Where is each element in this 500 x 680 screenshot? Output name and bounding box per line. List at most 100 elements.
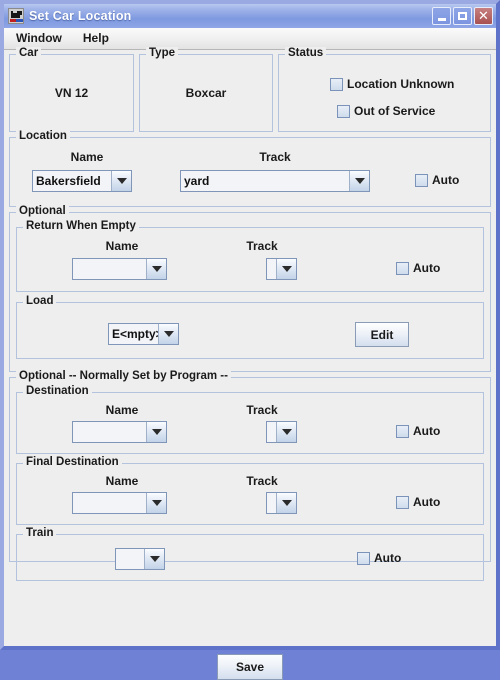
train-combo[interactable] [115,548,165,570]
minimize-icon [437,17,446,21]
chevron-down-icon[interactable] [147,493,166,513]
train-auto-checkbox[interactable]: Auto [357,551,401,565]
destination-track-combo[interactable] [266,421,297,443]
car-value: VN 12 [54,86,89,100]
location-unknown-checkbox[interactable]: Location Unknown [330,77,454,91]
location-name-combo[interactable]: Bakersfield [32,170,132,192]
chevron-down-icon[interactable] [147,259,166,279]
window-title: Set Car Location [29,9,132,23]
chevron-down-icon[interactable] [277,422,296,442]
location-track-combo[interactable]: yard [180,170,370,192]
type-value: Boxcar [185,86,227,100]
chevron-down-icon[interactable] [145,549,164,569]
menu-item-help[interactable]: Help [77,29,118,48]
final-destination-track-combo[interactable] [266,492,297,514]
maximize-button[interactable] [453,7,472,25]
destination-name-value[interactable] [73,422,147,442]
chevron-down-icon[interactable] [350,171,369,191]
checkbox-box[interactable] [396,424,409,438]
destination-legend: Destination [23,385,92,397]
checkbox-box[interactable] [415,173,428,187]
checkbox-box[interactable] [357,551,370,565]
destination-name-label: Name [105,403,139,417]
maximize-icon [458,12,467,20]
rwe-auto-checkbox[interactable]: Auto [396,261,440,275]
rwe-track-label: Track [246,239,278,253]
final-destination-track-label: Track [246,474,278,488]
location-auto-label: Auto [432,173,460,187]
load-value[interactable]: E<mpty> [109,324,159,344]
locomotive-icon [8,8,24,24]
checkbox-box[interactable] [396,261,409,275]
minimize-button[interactable] [432,7,451,25]
location-name-value[interactable]: Bakersfield [33,171,112,191]
title-bar[interactable]: Set Car Location ✕ [4,4,496,28]
window-controls: ✕ [432,7,494,25]
train-value[interactable] [116,549,145,569]
rwe-name-label: Name [105,239,139,253]
out-of-service-checkbox[interactable]: Out of Service [337,104,435,118]
final-destination-track-value[interactable] [267,493,277,513]
destination-name-combo[interactable] [72,421,167,443]
destination-auto-checkbox[interactable]: Auto [396,424,440,438]
main-content: Car VN 12 Type Boxcar Status Location Un… [4,47,496,680]
train-panel: Train Auto [16,527,484,581]
return-when-empty-panel: Return When Empty Name Track Auto [16,220,484,292]
destination-auto-label: Auto [413,424,441,438]
location-unknown-label: Location Unknown [347,77,455,91]
optional-program-legend: Optional -- Normally Set by Program -- [16,370,231,382]
load-combo[interactable]: E<mpty> [108,323,179,345]
final-destination-name-value[interactable] [73,493,147,513]
rwe-auto-label: Auto [413,261,441,275]
location-track-value[interactable]: yard [181,171,350,191]
rwe-track-combo[interactable] [266,258,297,280]
checkbox-box[interactable] [396,495,409,509]
load-panel: Load E<mpty> Edit [16,295,484,359]
final-destination-panel: Final Destination Name Track Auto [16,456,484,525]
optional-panel-legend: Optional [16,205,69,217]
menu-item-window[interactable]: Window [10,29,71,48]
car-panel-legend: Car [16,47,42,59]
location-name-label: Name [70,150,104,164]
rwe-name-combo[interactable] [72,258,167,280]
save-button[interactable]: Save [217,654,283,680]
location-panel: Location Name Track Bakersfield yard Aut… [9,130,491,207]
top-row: Car VN 12 Type Boxcar Status Location Un… [9,47,491,137]
optional-program-panel: Optional -- Normally Set by Program -- D… [9,370,491,581]
load-panel-legend: Load [23,295,57,307]
location-auto-checkbox[interactable]: Auto [415,173,459,187]
return-when-empty-legend: Return When Empty [23,220,139,232]
final-destination-name-label: Name [105,474,139,488]
chevron-down-icon[interactable] [147,422,166,442]
type-panel-legend: Type [146,47,178,59]
chevron-down-icon[interactable] [159,324,178,344]
final-destination-auto-label: Auto [413,495,441,509]
footer-actions: Save [4,654,496,680]
chevron-down-icon[interactable] [277,493,296,513]
final-destination-auto-checkbox[interactable]: Auto [396,495,440,509]
close-button[interactable]: ✕ [474,7,493,25]
destination-track-label: Track [246,403,278,417]
destination-track-value[interactable] [267,422,277,442]
checkbox-box[interactable] [330,77,343,91]
optional-panel: Optional Return When Empty Name Track Au… [9,205,491,372]
rwe-name-value[interactable] [73,259,147,279]
location-track-label: Track [259,150,291,164]
train-legend: Train [23,527,57,539]
out-of-service-label: Out of Service [354,104,436,118]
final-destination-name-combo[interactable] [72,492,167,514]
edit-button[interactable]: Edit [355,322,409,347]
type-panel: Type Boxcar [139,47,273,132]
chevron-down-icon[interactable] [277,259,296,279]
close-icon: ✕ [478,8,489,24]
destination-panel: Destination Name Track Auto [16,385,484,454]
chevron-down-icon[interactable] [112,171,131,191]
status-panel-legend: Status [285,47,327,59]
menu-bar: Window Help [4,28,496,50]
status-panel: Status Location Unknown Out of Service [278,47,491,132]
train-auto-label: Auto [374,551,402,565]
checkbox-box[interactable] [337,104,350,118]
rwe-track-value[interactable] [267,259,277,279]
final-destination-legend: Final Destination [23,456,122,468]
car-panel: Car VN 12 [9,47,134,132]
